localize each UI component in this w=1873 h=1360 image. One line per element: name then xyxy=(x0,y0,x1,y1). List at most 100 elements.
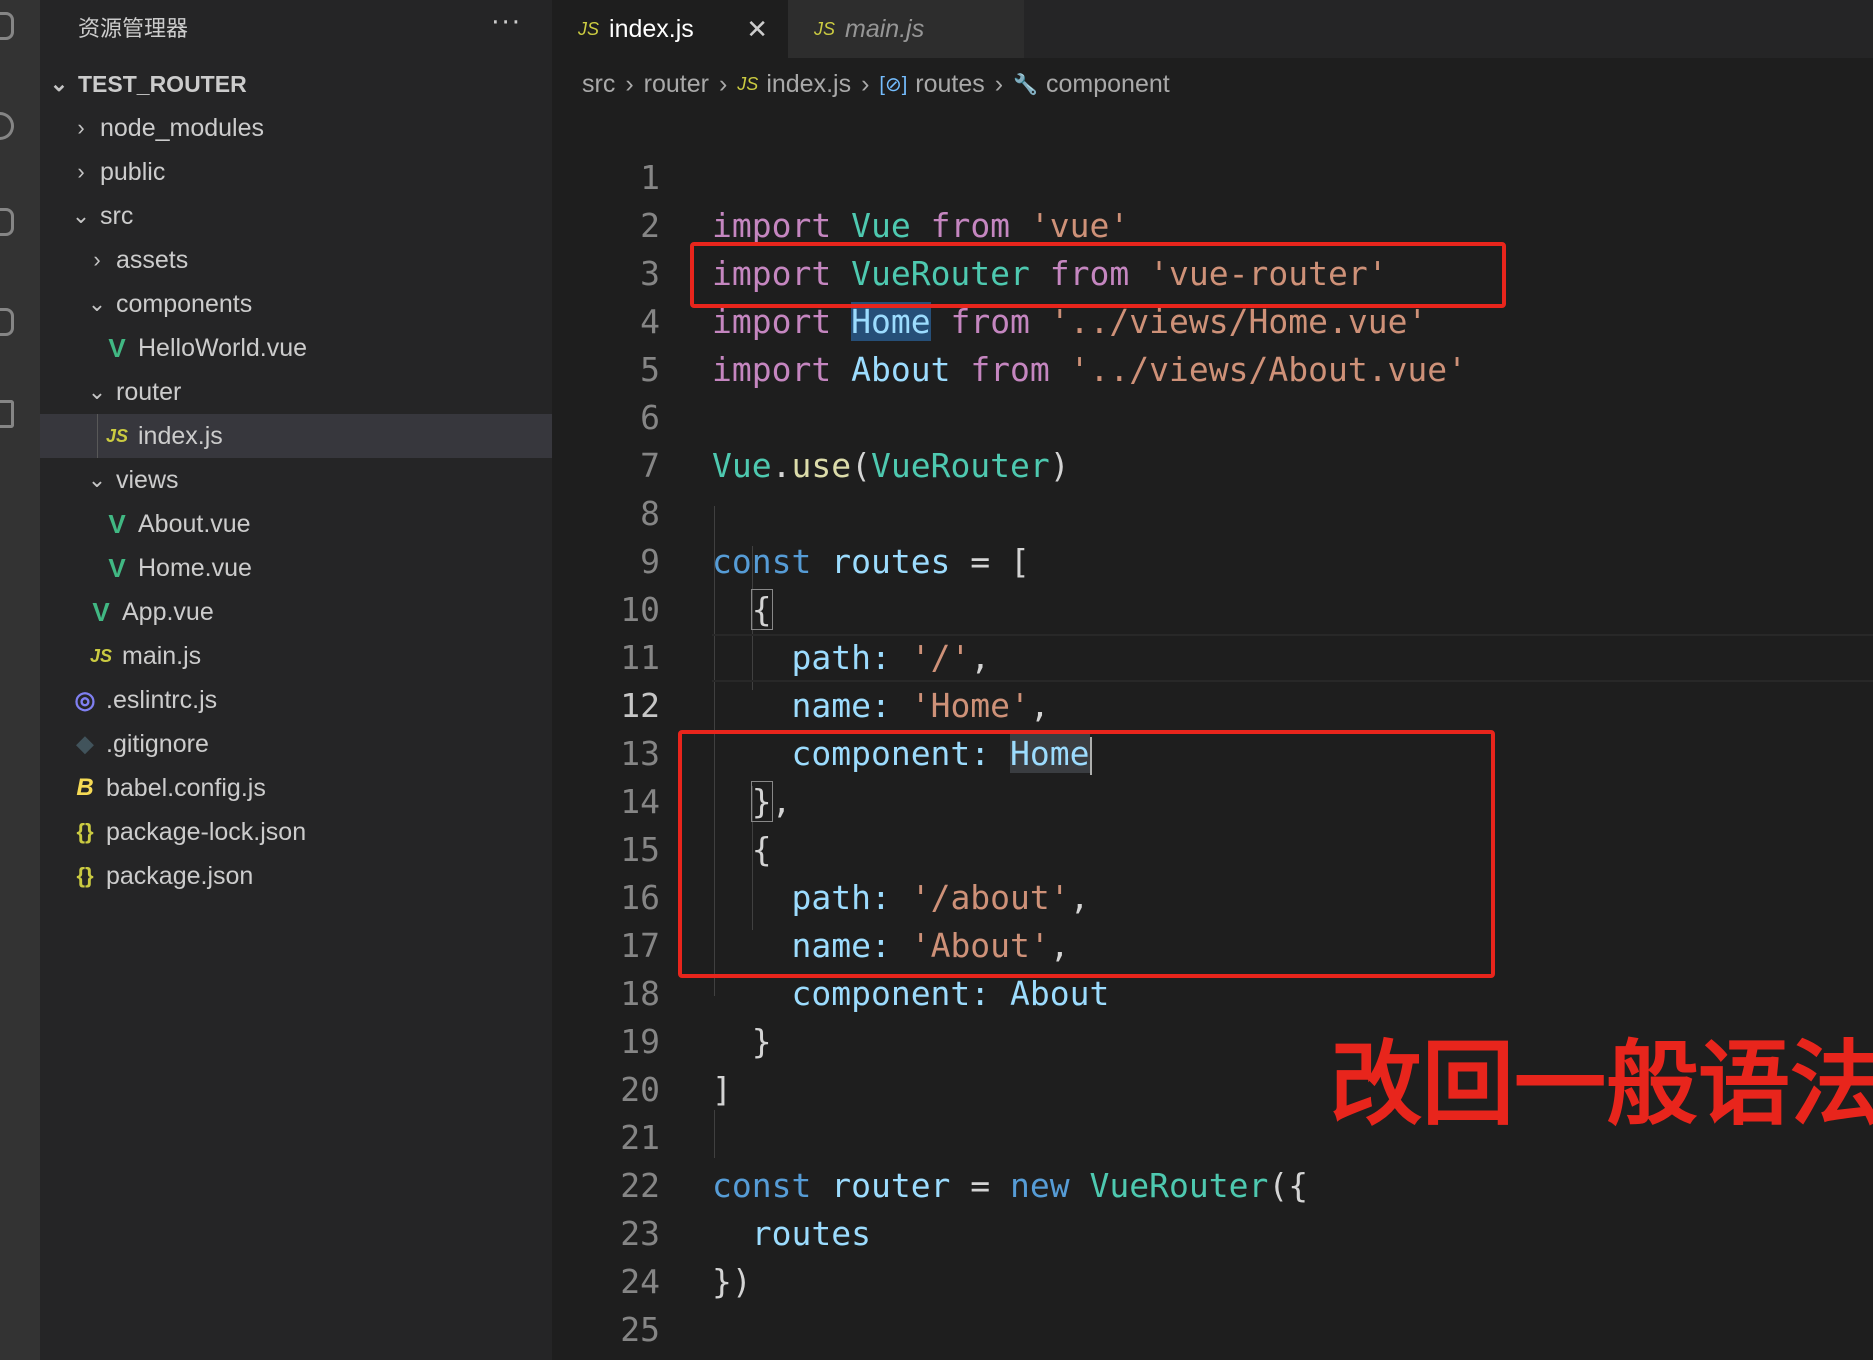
editor: JS index.js ✕ JS main.js src › router › … xyxy=(552,0,1873,1360)
tree-item-label: node_modules xyxy=(100,113,265,142)
code-line[interactable]: 8 const routes = [ xyxy=(552,442,1873,581)
vue-file-icon: V xyxy=(108,552,126,583)
line-number: 26 xyxy=(552,1354,660,1360)
extensions-icon[interactable] xyxy=(0,400,14,428)
chevron-down-icon: ⌄ xyxy=(87,467,107,492)
wrench-icon: 🔧 xyxy=(1013,73,1038,96)
tree-item-label: .gitignore xyxy=(106,729,209,758)
js-file-icon: JS xyxy=(737,73,759,94)
code-line[interactable]: 26 xyxy=(552,1306,1873,1360)
tree-item-babel-config[interactable]: B babel.config.js xyxy=(40,766,552,810)
tree-item-app-vue[interactable]: V App.vue xyxy=(40,590,552,634)
code-line[interactable]: 23 }) xyxy=(552,1162,1873,1301)
tree-item-label: About.vue xyxy=(138,509,251,538)
vue-file-icon: V xyxy=(92,596,110,627)
chevron-right-icon: › xyxy=(718,69,728,98)
code-text: export default router xyxy=(712,1354,1129,1360)
tab-bar: JS index.js ✕ JS main.js xyxy=(552,0,1873,58)
tree-item-label: public xyxy=(100,157,166,186)
tree-item-package-lock[interactable]: {} package-lock.json xyxy=(40,810,552,854)
vue-file-icon: V xyxy=(108,332,126,363)
source-control-icon[interactable] xyxy=(0,208,14,236)
tree-item-helloworld[interactable]: V HelloWorld.vue xyxy=(40,326,552,370)
tree-item-views[interactable]: ⌄ views xyxy=(40,458,552,502)
code-line[interactable]: 7 xyxy=(552,394,1873,485)
tab-label: main.js xyxy=(845,14,925,43)
tree-item-assets[interactable]: › assets xyxy=(40,238,552,282)
highlight-box-about-route xyxy=(678,730,1495,978)
tree-item-src[interactable]: ⌄ src xyxy=(40,194,552,238)
code-line[interactable]: 2 import VueRouter from 'vue-router' xyxy=(552,154,1873,293)
code-line-current[interactable]: 12 component: Home xyxy=(552,634,1873,775)
tree-item-label: package.json xyxy=(106,861,254,890)
tree-item-label: HelloWorld.vue xyxy=(138,333,308,362)
tree-item-label: babel.config.js xyxy=(106,773,266,802)
tree-item-node-modules[interactable]: › node_modules xyxy=(40,106,552,150)
tab-main-js[interactable]: JS main.js xyxy=(788,0,1024,58)
breadcrumb-item[interactable]: src xyxy=(582,70,615,99)
breadcrumb-item[interactable]: router xyxy=(644,70,709,99)
chevron-right-icon: › xyxy=(93,247,101,272)
eslint-icon: ◎ xyxy=(74,686,96,714)
chevron-right-icon: › xyxy=(77,159,85,184)
chevron-right-icon: › xyxy=(625,69,634,98)
code-line[interactable]: 13 }, xyxy=(552,682,1873,822)
chevron-down-icon: ⌄ xyxy=(87,291,107,316)
chevron-right-icon: › xyxy=(861,69,870,98)
tree-item-router[interactable]: ⌄ router xyxy=(40,370,552,414)
vue-file-icon: V xyxy=(108,508,126,539)
close-icon[interactable]: ✕ xyxy=(746,14,768,45)
tree-item-label: src xyxy=(100,201,134,230)
more-actions-icon[interactable]: ··· xyxy=(491,8,522,38)
breadcrumb-item[interactable]: routes xyxy=(915,70,984,99)
json-file-icon: {} xyxy=(76,819,94,844)
chevron-right-icon: › xyxy=(994,69,1004,98)
breadcrumb-item[interactable]: component xyxy=(1046,70,1170,99)
breadcrumb-item[interactable]: index.js xyxy=(766,70,851,99)
tree-item-label: components xyxy=(116,289,253,318)
code-line[interactable]: 24 xyxy=(552,1210,1873,1301)
tree-item-public[interactable]: › public xyxy=(40,150,552,194)
breadcrumb: src › router › JS index.js › [⊘] routes … xyxy=(582,62,1170,106)
code-line[interactable]: 6 Vue.use(VueRouter) xyxy=(552,346,1873,485)
js-file-icon: JS xyxy=(814,18,836,39)
tree-item-main-js[interactable]: JS main.js xyxy=(40,634,552,678)
explorer-title: 资源管理器 xyxy=(78,17,189,42)
tab-label: index.js xyxy=(609,14,694,43)
tree-item-gitignore[interactable]: ◆ .gitignore xyxy=(40,722,552,766)
tree-item-index-js[interactable]: JS index.js xyxy=(40,414,552,458)
run-debug-icon[interactable] xyxy=(0,308,14,336)
code-line[interactable]: 1 import Vue from 'vue' xyxy=(552,106,1873,245)
tree-item-package-json[interactable]: {} package.json xyxy=(40,854,552,898)
tree-item-about-vue[interactable]: V About.vue xyxy=(40,502,552,546)
chevron-right-icon: › xyxy=(77,115,85,140)
tree-root[interactable]: ⌄ TEST_ROUTER xyxy=(40,62,552,106)
variable-icon: [⊘] xyxy=(879,73,908,96)
tree-root-label: TEST_ROUTER xyxy=(78,70,247,97)
tree-item-eslintrc[interactable]: ◎ .eslintrc.js xyxy=(40,678,552,722)
code-line[interactable]: 11 name: 'Home', xyxy=(552,586,1873,725)
explorer-icon[interactable] xyxy=(0,12,14,40)
js-file-icon: JS xyxy=(89,645,113,666)
tree-item-label: main.js xyxy=(122,641,202,670)
tree-item-home-vue[interactable]: V Home.vue xyxy=(40,546,552,590)
tree-item-label: views xyxy=(116,465,179,494)
tree-indent-guide xyxy=(97,414,98,458)
annotation-text: 改回一般语法 xyxy=(1330,1031,1873,1138)
tree-item-label: package-lock.json xyxy=(106,817,307,846)
code-line[interactable]: 9 { xyxy=(552,490,1873,630)
tree-item-label: router xyxy=(116,377,182,406)
code-line[interactable]: 10 path: '/', xyxy=(552,538,1873,677)
json-file-icon: {} xyxy=(76,863,94,888)
tree-item-label: App.vue xyxy=(122,597,214,626)
tree-item-components[interactable]: ⌄ components xyxy=(40,282,552,326)
js-file-icon: JS xyxy=(578,18,600,39)
code-line[interactable]: 25 export default router xyxy=(552,1258,1873,1360)
tree-item-label: Home.vue xyxy=(138,553,252,582)
chevron-down-icon: ⌄ xyxy=(71,203,91,228)
tab-index-js[interactable]: JS index.js ✕ xyxy=(552,0,788,58)
git-icon: ◆ xyxy=(76,731,94,756)
search-icon[interactable] xyxy=(0,112,14,140)
explorer-sidebar: 资源管理器 ··· ⌄ TEST_ROUTER › node_modules ›… xyxy=(40,0,552,1360)
chevron-down-icon: ⌄ xyxy=(87,379,107,404)
